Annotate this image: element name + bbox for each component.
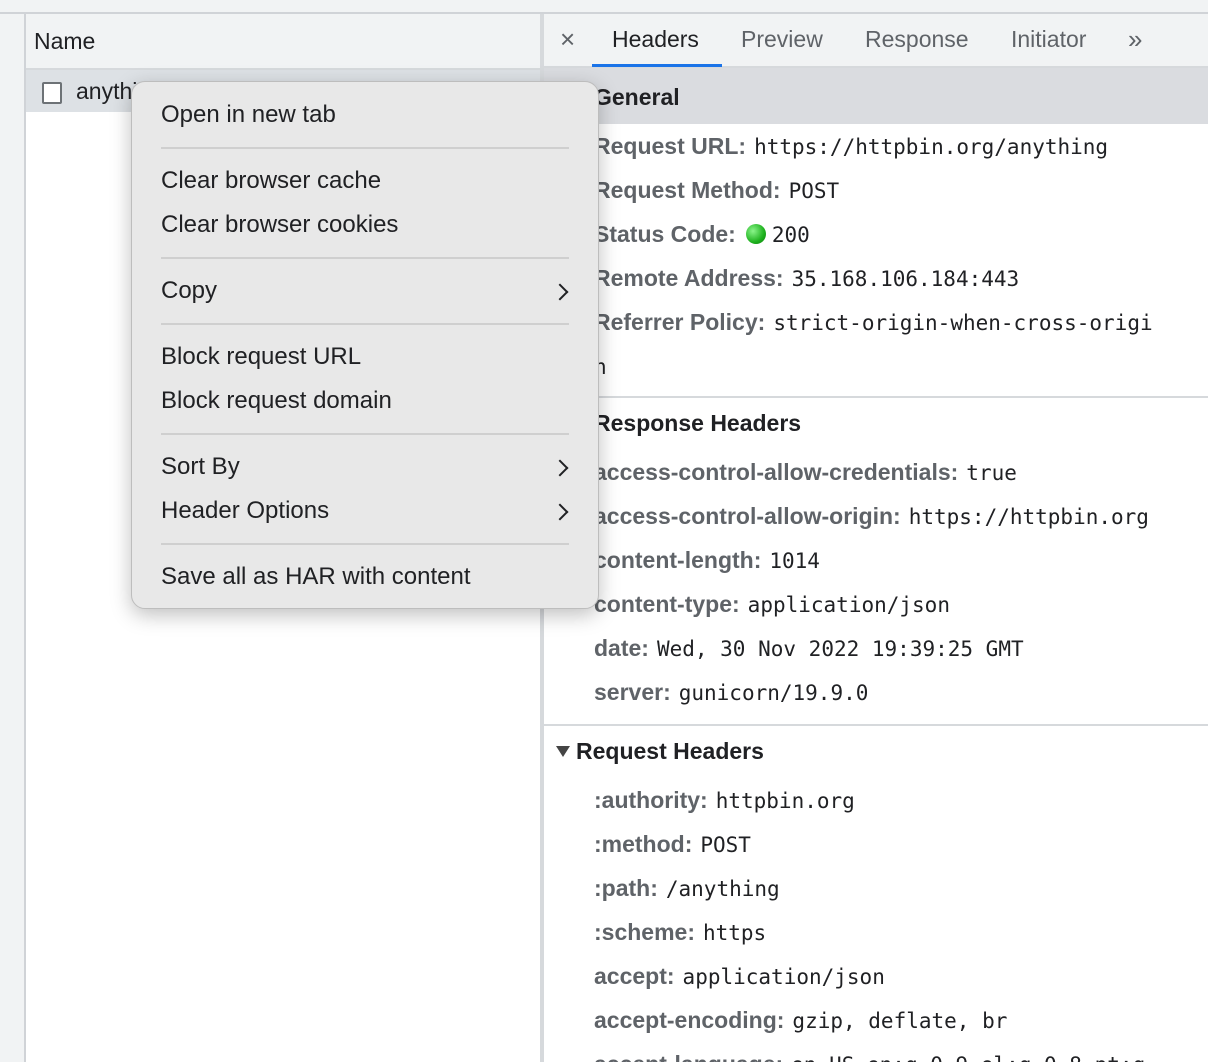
menu-item-copy[interactable]: Copy (161, 277, 217, 305)
general-remote-address: Remote Address: 35.168.106.184:443 (594, 265, 1020, 291)
response-header-row: date: Wed, 30 Nov 2022 19:39:25 GMT (594, 635, 1024, 662)
section-request-headers-header[interactable]: Request Headers (544, 738, 1208, 765)
chevron-right-icon (551, 459, 569, 477)
header-key: :method: (594, 831, 693, 857)
header-value: gunicorn/19.9.0 (678, 681, 869, 705)
tab-headers[interactable]: Headers (612, 26, 699, 53)
more-tabs-icon[interactable]: » (1128, 24, 1142, 55)
header-key: access-control-allow-credentials: (594, 459, 959, 485)
header-key: content-type: (594, 591, 740, 617)
header-value: en-US,en;q=0.9,el;q=0.8,pt;q (791, 1053, 1145, 1062)
section-request-headers-title: Request Headers (576, 738, 764, 764)
response-header-row: access-control-allow-origin: https://http… (594, 503, 1149, 530)
header-key: access-control-allow-origin: (594, 503, 901, 529)
menu-separator (161, 257, 569, 259)
name-column-label: Name (34, 28, 96, 54)
menu-separator (161, 323, 569, 325)
menu-item-clear-browser-cache[interactable]: Clear browser cache (161, 167, 381, 195)
request-header-row: accept: application/json (594, 963, 885, 990)
header-value: https (702, 921, 767, 945)
name-column-header[interactable]: Name (26, 14, 540, 70)
expanded-triangle-icon (556, 746, 570, 758)
general-status-code: Status Code: 200 (594, 221, 810, 247)
section-general-title: General (594, 84, 680, 110)
menu-item-save-har[interactable]: Save all as HAR with content (161, 563, 470, 591)
request-header-row: accept-encoding: gzip, deflate, br (594, 1007, 1007, 1034)
menu-separator (161, 543, 569, 545)
header-value: application/json (747, 593, 950, 617)
menu-separator (161, 433, 569, 435)
response-header-row: content-length: 1014 (594, 547, 820, 574)
tab-response[interactable]: Response (865, 26, 969, 53)
request-file-icon (42, 82, 62, 104)
header-key: date: (594, 635, 649, 661)
header-value: httpbin.org (715, 789, 855, 813)
header-key: :scheme: (594, 919, 695, 945)
left-gutter (0, 14, 26, 1062)
header-key: accept-language: (594, 1051, 783, 1062)
response-header-row: content-type: application/json (594, 591, 950, 618)
status-ok-icon (745, 224, 766, 244)
menu-item-block-request-url[interactable]: Block request URL (161, 343, 361, 371)
chevron-right-icon (551, 283, 569, 301)
header-value: POST (700, 833, 751, 857)
context-menu: Open in new tab Clear browser cache Clea… (131, 81, 599, 609)
header-key: :authority: (594, 787, 708, 813)
header-key: server: (594, 679, 671, 705)
menu-item-sort-by[interactable]: Sort By (161, 453, 240, 481)
section-divider (544, 396, 1208, 398)
general-referrer-policy: Referrer Policy: strict-origin-when-cross… (594, 309, 1153, 335)
header-value: gzip, deflate, br (792, 1009, 1008, 1033)
header-value: true (966, 461, 1017, 485)
details-tabbar: × Headers Preview Response Initiator » (544, 14, 1208, 68)
section-response-headers-title: Response Headers (594, 410, 802, 436)
header-key: accept-encoding: (594, 1007, 785, 1033)
request-details-panel: × Headers Preview Response Initiator » G… (544, 14, 1208, 1062)
close-icon[interactable]: × (560, 24, 575, 55)
response-header-row: server: gunicorn/19.9.0 (594, 679, 868, 706)
tab-initiator[interactable]: Initiator (1011, 26, 1086, 53)
request-header-row: :path: /anything (594, 875, 780, 902)
header-value: /anything (665, 877, 780, 901)
general-request-method: Request Method: POST (594, 177, 840, 203)
section-divider (544, 724, 1208, 726)
menu-item-clear-browser-cookies[interactable]: Clear browser cookies (161, 211, 398, 239)
menu-item-header-options[interactable]: Header Options (161, 497, 329, 525)
header-value: 1014 (769, 549, 820, 573)
request-header-row: :scheme: https (594, 919, 766, 946)
header-value: https://httpbin.org (908, 505, 1149, 529)
response-header-row: access-control-allow-credentials: true (594, 459, 1017, 486)
request-header-row: :method: POST (594, 831, 751, 858)
menu-separator (161, 147, 569, 149)
request-header-row: accept-language: en-US,en;q=0.9,el;q=0.8,… (594, 1051, 1145, 1062)
section-general-header[interactable]: General (544, 68, 1208, 124)
chevron-right-icon (551, 503, 569, 521)
header-key: content-length: (594, 547, 762, 573)
general-request-url: Request URL: https://httpbin.org/anything (594, 133, 1109, 159)
header-value: Wed, 30 Nov 2022 19:39:25 GMT (656, 637, 1024, 661)
header-key: :path: (594, 875, 658, 901)
menu-item-open-in-new-tab[interactable]: Open in new tab (161, 101, 336, 129)
devtools-top-strip (0, 0, 1208, 14)
header-key: accept: (594, 963, 675, 989)
menu-item-block-request-domain[interactable]: Block request domain (161, 387, 392, 415)
request-header-row: :authority: httpbin.org (594, 787, 855, 814)
tab-preview[interactable]: Preview (741, 26, 823, 53)
active-tab-indicator (592, 64, 722, 67)
header-value: application/json (682, 965, 885, 989)
